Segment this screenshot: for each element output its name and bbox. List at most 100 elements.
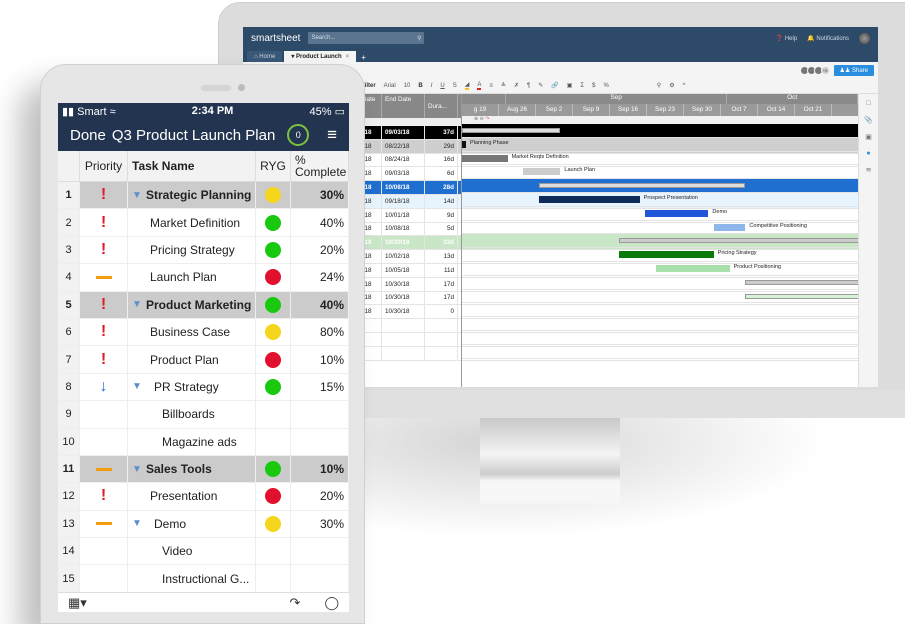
cell-end[interactable]: 09/03/18: [382, 167, 425, 181]
cell-dur[interactable]: 28d: [425, 181, 458, 194]
percent-complete-cell[interactable]: 40%: [291, 209, 349, 236]
expand-toggle-icon[interactable]: ▼: [132, 464, 142, 475]
task-name-cell[interactable]: Market Definition: [128, 209, 256, 236]
cell-dur[interactable]: 6d: [425, 167, 458, 181]
ryg-cell[interactable]: [256, 236, 291, 264]
task-row[interactable]: 14 Video: [58, 538, 349, 566]
cell-end[interactable]: 10/30/18: [382, 305, 425, 319]
expand-toggle-icon[interactable]: ▼: [132, 299, 142, 310]
ryg-cell[interactable]: [256, 373, 291, 401]
ryg-cell[interactable]: [256, 510, 291, 538]
zoom-out-icon[interactable]: ⊖: [480, 116, 484, 122]
tab-product-launch[interactable]: ▾ Product Launch ×: [284, 51, 357, 62]
cell-dur[interactable]: 9d: [425, 208, 458, 222]
collaborator-avatars[interactable]: +6: [799, 65, 830, 75]
font-select[interactable]: Arial: [384, 83, 396, 89]
task-name-cell[interactable]: Instructional G...: [128, 565, 256, 592]
cell-end[interactable]: 08/24/18: [382, 153, 425, 167]
link-icon[interactable]: 🔗: [551, 82, 558, 89]
task-row[interactable]: 5! ▼ Product Marketing 40%: [58, 291, 349, 319]
task-name-cell[interactable]: Product Plan: [128, 346, 256, 373]
col-ryg[interactable]: RYG: [256, 151, 291, 181]
gantt-bar[interactable]: [745, 279, 862, 285]
cell-dur[interactable]: 17d: [425, 277, 458, 291]
cell-end[interactable]: 10/01/18: [382, 208, 425, 222]
cell-dur[interactable]: 17d: [425, 291, 458, 305]
close-icon[interactable]: ×: [346, 54, 350, 60]
task-row[interactable]: 12! Presentation 20%: [58, 483, 349, 511]
gantt-bar[interactable]: [462, 154, 508, 162]
ryg-cell[interactable]: [256, 565, 291, 592]
percent-complete-cell[interactable]: [291, 565, 349, 592]
share-icon[interactable]: ↷: [290, 595, 301, 611]
task-row[interactable]: 10 Magazine ads: [58, 428, 349, 456]
percent-complete-cell[interactable]: 20%: [291, 236, 349, 264]
col-end[interactable]: End Date: [382, 94, 425, 118]
publish-icon[interactable]: ●: [866, 150, 870, 157]
user-avatar[interactable]: [859, 32, 870, 44]
percent-complete-cell[interactable]: 10%: [291, 346, 349, 373]
priority-cell[interactable]: [80, 510, 128, 538]
cell-dur[interactable]: 0: [425, 305, 458, 319]
ryg-cell[interactable]: [256, 264, 291, 291]
gantt-zoom-controls[interactable]: ⊕ ⊖ ↷: [462, 116, 858, 124]
gantt-bar[interactable]: [462, 128, 561, 133]
view-switch-icon[interactable]: ▦▾: [68, 595, 87, 611]
cell-dur[interactable]: 33d: [425, 236, 458, 250]
cell-end[interactable]: 10/30/18: [382, 291, 425, 305]
col-complete[interactable]: % Complete: [291, 151, 349, 181]
gantt-bar[interactable]: [539, 183, 746, 189]
proofs-icon[interactable]: ▣: [865, 133, 872, 141]
percent-complete-cell[interactable]: 30%: [291, 510, 349, 538]
task-row[interactable]: 6! Business Case 80%: [58, 318, 349, 347]
ryg-cell[interactable]: [256, 538, 291, 565]
collapse-icon[interactable]: ^: [683, 83, 686, 89]
font-size-select[interactable]: 10: [404, 83, 411, 89]
cell-end[interactable]: 10/08/18: [382, 181, 425, 194]
cell-end[interactable]: 10/30/18: [382, 277, 425, 291]
comments-icon[interactable]: □: [866, 100, 870, 107]
cell-end[interactable]: 10/05/18: [382, 263, 425, 277]
gantt-bar[interactable]: [539, 195, 640, 203]
bold-button[interactable]: B: [418, 83, 422, 89]
task-row[interactable]: 1! ▼ Strategic Planning 30%: [58, 182, 349, 210]
task-row[interactable]: 2! Market Definition 40%: [58, 209, 349, 237]
col-task-name[interactable]: Task Name: [128, 151, 256, 181]
align-button[interactable]: ≡: [489, 83, 493, 89]
currency-icon[interactable]: $: [592, 83, 595, 89]
hamburger-menu-icon[interactable]: ≡: [327, 125, 337, 145]
ryg-cell[interactable]: [256, 401, 291, 428]
col-duration[interactable]: Dura...: [425, 94, 458, 118]
updates-badge[interactable]: 0: [287, 124, 310, 146]
percent-complete-cell[interactable]: [291, 538, 349, 565]
priority-cell[interactable]: !: [80, 236, 128, 264]
expand-toggle-icon[interactable]: ▼: [132, 381, 142, 392]
task-name-cell[interactable]: ▼ PR Strategy: [128, 373, 256, 401]
task-name-cell[interactable]: Launch Plan: [128, 264, 256, 291]
cell-end[interactable]: 10/08/18: [382, 222, 425, 236]
task-row[interactable]: 15 Instructional G...: [58, 565, 349, 593]
gantt-bar[interactable]: [618, 251, 714, 259]
ryg-cell[interactable]: [256, 318, 291, 346]
task-name-cell[interactable]: Presentation: [128, 483, 256, 510]
cell-end[interactable]: 10/02/18: [382, 250, 425, 263]
task-row[interactable]: 3! Pricing Strategy 20%: [58, 236, 349, 265]
priority-cell[interactable]: !: [80, 318, 128, 346]
cell-dur[interactable]: 29d: [425, 139, 458, 153]
percent-complete-cell[interactable]: [291, 401, 349, 428]
ryg-cell[interactable]: [256, 182, 291, 209]
zoom-in-icon[interactable]: ⊕: [474, 116, 478, 122]
percent-icon[interactable]: %: [603, 83, 608, 89]
task-name-cell[interactable]: ▼ Strategic Planning: [128, 182, 256, 209]
priority-cell[interactable]: !: [80, 291, 128, 318]
share-button[interactable]: ♟♟ Share: [833, 64, 874, 76]
priority-cell[interactable]: [80, 428, 128, 455]
percent-complete-cell[interactable]: 80%: [291, 318, 349, 346]
settings-icon[interactable]: ⚙: [669, 82, 674, 89]
strikethrough-button[interactable]: S: [453, 83, 457, 89]
highlight-icon[interactable]: ✎: [538, 82, 543, 89]
priority-cell[interactable]: [80, 565, 128, 592]
ryg-cell[interactable]: [256, 428, 291, 455]
format-painter-icon[interactable]: ¶: [527, 83, 530, 89]
percent-complete-cell[interactable]: 24%: [291, 264, 349, 291]
